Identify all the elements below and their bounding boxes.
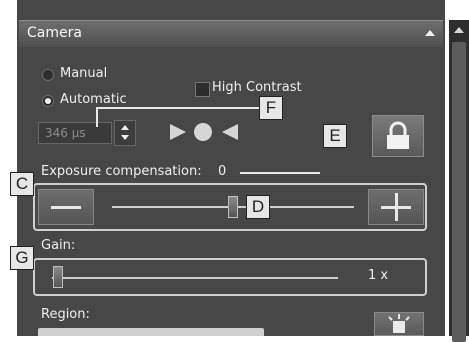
stepper-down-icon[interactable] xyxy=(121,135,129,140)
compensation-slider-thumb[interactable] xyxy=(228,196,238,218)
minus-icon xyxy=(51,206,81,209)
callout-f-leader-drop xyxy=(96,107,98,127)
auto-exposure-icon xyxy=(170,123,238,141)
manual-radio[interactable] xyxy=(42,69,54,81)
exposure-compensation-label: Exposure compensation: xyxy=(41,164,202,179)
manual-label: Manual xyxy=(60,66,108,81)
camera-panel-header[interactable]: Camera xyxy=(19,20,443,47)
exposure-stepper[interactable] xyxy=(114,120,136,146)
region-dropdown[interactable] xyxy=(38,328,264,336)
callout-d: D xyxy=(246,195,270,219)
callout-f: F xyxy=(259,96,283,120)
stepper-up-icon[interactable] xyxy=(121,125,129,130)
region-select-icon xyxy=(388,314,410,333)
high-contrast-label: High Contrast xyxy=(212,80,302,95)
lock-icon xyxy=(387,121,409,149)
scroll-up-arrow-icon[interactable] xyxy=(454,27,464,33)
automatic-radio[interactable] xyxy=(42,95,54,107)
camera-settings-screen: Camera Manual Automatic High Contrast 34… xyxy=(0,0,469,342)
decrease-compensation-button[interactable] xyxy=(38,189,94,225)
automatic-label: Automatic xyxy=(60,92,127,107)
scrollbar-thumb[interactable] xyxy=(452,42,466,342)
increase-compensation-button[interactable] xyxy=(368,189,424,225)
gain-slider-thumb[interactable] xyxy=(53,266,63,288)
triangle-up-icon[interactable] xyxy=(425,30,435,36)
callout-c: C xyxy=(10,172,34,196)
panel-scrollbar[interactable] xyxy=(449,20,469,342)
exposure-compensation-value: 0 xyxy=(218,164,227,179)
high-contrast-checkbox[interactable] xyxy=(195,82,210,97)
exposure-lock-button[interactable] xyxy=(372,115,424,157)
gain-slider-track[interactable] xyxy=(52,277,338,279)
exposure-time-field[interactable]: 346 µs xyxy=(38,122,112,144)
callout-g: G xyxy=(10,246,34,270)
region-label: Region: xyxy=(41,307,90,322)
gain-value: 1 x xyxy=(368,268,389,283)
callout-f-leader xyxy=(96,107,260,109)
panel-title: Camera xyxy=(27,25,82,41)
gain-label: Gain: xyxy=(41,238,76,253)
callout-e: E xyxy=(323,124,347,148)
region-select-button[interactable] xyxy=(374,312,424,336)
callout-e-leader xyxy=(240,172,320,174)
